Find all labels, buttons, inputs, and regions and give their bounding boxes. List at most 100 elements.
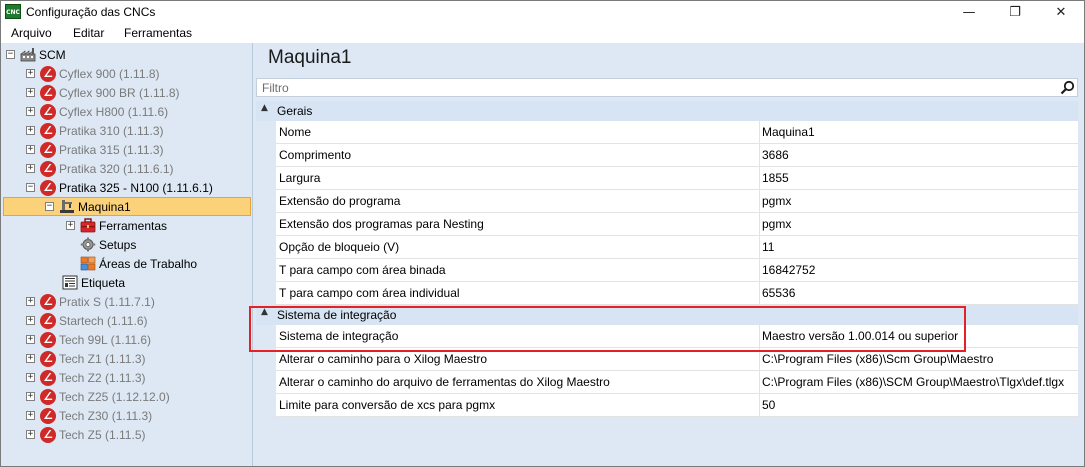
menu-editar[interactable]: Editar [73,26,104,40]
property-value[interactable]: C:\Program Files (x86)\SCM Group\Maestro… [762,371,1076,393]
tree-item-etiqueta[interactable]: Etiqueta [62,273,125,292]
expand-icon[interactable]: + [26,107,35,116]
tree-label: Startech (1.11.6) [59,313,148,328]
expand-icon[interactable]: + [66,221,75,230]
property-name: Limite para conversão de xcs para pgmx [276,394,760,416]
tree-item-machine[interactable]: + ∠ Cyflex H800 (1.11.6) [26,102,168,121]
property-value[interactable]: 65536 [762,282,1076,304]
property-value[interactable]: pgmx [762,213,1076,235]
section-gerais[interactable]: ▲ Gerais [256,101,1078,121]
tree-item-machine[interactable]: + ∠ Startech (1.11.6) [26,311,148,330]
expand-icon[interactable]: + [26,145,35,154]
tree-item-machine[interactable]: + ∠ Tech Z25 (1.12.12.0) [26,387,170,406]
tree-item-machine[interactable]: + ∠ Tech Z30 (1.11.3) [26,406,152,425]
property-value[interactable]: 16842752 [762,259,1076,281]
tree-item-machine[interactable]: + ∠ Pratix S (1.11.7.1) [26,292,155,311]
minimize-button[interactable]: — [946,1,992,23]
expand-icon[interactable]: + [26,164,35,173]
factory-icon [20,48,36,62]
tree-label: SCM [39,47,66,62]
expand-icon[interactable]: + [26,373,35,382]
gear-icon [80,237,96,252]
property-value[interactable]: 1855 [762,167,1076,189]
tree-item-machine[interactable]: + ∠ Tech Z2 (1.11.3) [26,368,145,387]
property-row[interactable]: Limite para conversão de xcs para pgmx 5… [276,394,1078,417]
expand-icon[interactable]: + [26,69,35,78]
expand-icon[interactable]: + [26,297,35,306]
expand-icon[interactable]: + [26,430,35,439]
property-row[interactable]: Alterar o caminho do arquivo de ferramen… [276,371,1078,394]
expand-icon[interactable]: + [26,88,35,97]
tree-item-machine[interactable]: + ∠ Cyflex 900 (1.11.8) [26,64,160,83]
expand-icon[interactable]: + [26,411,35,420]
property-name: Comprimento [276,144,760,166]
expand-icon[interactable]: + [26,392,35,401]
tree-label: Tech Z25 (1.12.12.0) [59,389,170,404]
property-value[interactable]: pgmx [762,190,1076,212]
expand-icon[interactable]: + [26,335,35,344]
property-row[interactable]: Largura 1855 [276,167,1078,190]
cnc-machine-icon: ∠ [40,312,56,329]
menu-arquivo[interactable]: Arquivo [11,26,52,40]
filter-input[interactable]: Filtro [256,78,1078,97]
tree-label: Áreas de Trabalho [99,256,198,271]
tree-item-machine[interactable]: + ∠ Tech Z1 (1.11.3) [26,349,145,368]
tree-label: Cyflex 900 (1.11.8) [59,66,160,81]
title-bar: CNC Configuração das CNCs — ❐ ✕ [1,1,1084,23]
cnc-machine-icon: ∠ [40,65,56,82]
property-name: Extensão do programa [276,190,760,212]
expand-icon[interactable]: + [26,316,35,325]
tree-item-maquina1[interactable]: − Maquina1 [3,197,251,216]
tree-item-machine[interactable]: + ∠ Tech Z5 (1.11.5) [26,425,145,444]
property-value[interactable]: 50 [762,394,1076,416]
property-name: T para campo com área individual [276,282,760,304]
tree-item-machine-active[interactable]: − ∠ Pratika 325 - N100 (1.11.6.1) [26,178,213,197]
cnc-machine-icon: ∠ [40,122,56,139]
cnc-machine-icon: ∠ [40,293,56,310]
property-name: Opção de bloqueio (V) [276,236,760,258]
tree-item-setups[interactable]: Setups [80,235,136,254]
menu-ferramentas[interactable]: Ferramentas [124,26,192,40]
property-value[interactable]: 11 [762,236,1076,258]
tree-item-machine[interactable]: + ∠ Pratika 320 (1.11.6.1) [26,159,174,178]
property-value[interactable]: 3686 [762,144,1076,166]
search-icon[interactable] [1060,80,1075,95]
collapse-section-icon[interactable]: ▲ [261,103,268,113]
collapse-icon[interactable]: − [45,202,54,211]
property-value[interactable]: Maquina1 [762,121,1076,143]
tree-label: Cyflex H800 (1.11.6) [59,104,169,119]
property-row[interactable]: Comprimento 3686 [276,144,1078,167]
tree-root-scm[interactable]: − SCM [6,45,66,64]
expand-icon[interactable]: + [26,354,35,363]
close-button[interactable]: ✕ [1038,1,1084,23]
tree-label: Setups [99,237,137,252]
restore-button[interactable]: ❐ [992,1,1038,23]
property-row[interactable]: Nome Maquina1 [276,121,1078,144]
property-row[interactable]: Extensão dos programas para Nesting pgmx [276,213,1078,236]
cnc-machine-icon: ∠ [40,388,56,405]
tree-item-machine[interactable]: + ∠ Tech 99L (1.11.6) [26,330,151,349]
tree-item-machine[interactable]: + ∠ Pratika 310 (1.11.3) [26,121,164,140]
cnc-tree-panel: − SCM + ∠ Cyflex 900 (1.11.8) + ∠ Cyflex… [1,43,253,466]
cnc-machine-icon: ∠ [40,426,56,443]
collapse-icon[interactable]: − [6,50,15,59]
collapse-icon[interactable]: − [26,183,35,192]
section-label: Gerais [277,104,313,118]
tree-item-areas-de-trabalho[interactable]: Áreas de Trabalho [80,254,197,273]
tree-item-machine[interactable]: + ∠ Cyflex 900 BR (1.11.8) [26,83,180,102]
tree-item-machine[interactable]: + ∠ Pratika 315 (1.11.3) [26,140,164,159]
property-name: Largura [276,167,760,189]
cnc-machine-icon: ∠ [40,179,56,196]
property-row[interactable]: T para campo com área individual 65536 [276,282,1078,305]
tree-label: Maquina1 [78,199,131,214]
property-row[interactable]: Opção de bloqueio (V) 11 [276,236,1078,259]
expand-icon[interactable]: + [26,126,35,135]
tree-item-ferramentas[interactable]: + Ferramentas [66,216,167,235]
page-title: Maquina1 [268,47,352,68]
property-row[interactable]: T para campo com área binada 16842752 [276,259,1078,282]
property-row[interactable]: Extensão do programa pgmx [276,190,1078,213]
property-name: Extensão dos programas para Nesting [276,213,760,235]
properties-panel: Maquina1 Filtro ▲ Gerais Nome Maquina1 C… [253,43,1084,466]
label-icon [62,275,78,290]
app-window: CNC Configuração das CNCs — ❐ ✕ Arquivo … [0,0,1085,467]
